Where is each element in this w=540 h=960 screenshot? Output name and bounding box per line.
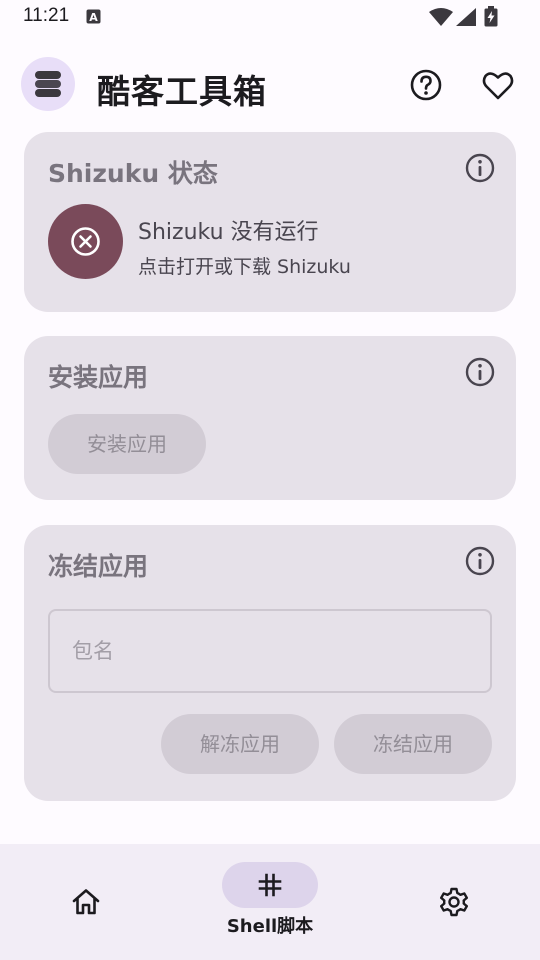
shizuku-status-title: Shizuku 没有运行 bbox=[138, 220, 319, 245]
bottom-navigation: Shell脚本 bbox=[0, 844, 540, 960]
heart-icon bbox=[482, 72, 514, 100]
freeze-card-title: 冻结应用 bbox=[48, 552, 149, 581]
app-bar: 酷客工具箱 bbox=[0, 48, 540, 124]
shizuku-status-card[interactable]: Shizuku 状态 Shizuku 没有运行 点击打开或下载 Shizuku bbox=[24, 132, 516, 312]
shizuku-card-title: Shizuku 状态 bbox=[48, 159, 218, 188]
accessibility-a-icon: A bbox=[86, 9, 101, 24]
gear-icon bbox=[440, 887, 468, 917]
install-card-title: 安装应用 bbox=[48, 363, 149, 392]
hash-icon bbox=[258, 873, 282, 897]
nav-item-settings[interactable] bbox=[424, 872, 484, 932]
app-title: 酷客工具箱 bbox=[97, 72, 267, 111]
battery-charging-icon bbox=[484, 6, 498, 27]
nav-item-shell[interactable]: Shell脚本 bbox=[210, 862, 330, 942]
package-name-input[interactable] bbox=[48, 609, 492, 693]
signal-icon bbox=[456, 8, 476, 26]
info-icon[interactable] bbox=[464, 152, 496, 184]
status-time: 11:21 bbox=[23, 5, 70, 26]
status-bar: 11:21 A bbox=[0, 0, 540, 34]
nav-shell-indicator bbox=[222, 862, 318, 908]
install-app-button[interactable]: 安装应用 bbox=[48, 414, 206, 474]
layers-logo-icon bbox=[35, 71, 61, 97]
cancel-circle-icon bbox=[71, 227, 100, 256]
app-logo bbox=[21, 57, 75, 111]
shizuku-status-indicator bbox=[48, 204, 123, 279]
info-icon[interactable] bbox=[464, 356, 496, 388]
shizuku-status-subtitle: 点击打开或下载 Shizuku bbox=[138, 256, 351, 278]
unfreeze-app-button[interactable]: 解冻应用 bbox=[161, 714, 319, 774]
help-button[interactable] bbox=[406, 65, 446, 105]
nav-shell-label: Shell脚本 bbox=[226, 916, 314, 937]
svg-text:A: A bbox=[89, 11, 98, 24]
favorite-button[interactable] bbox=[478, 65, 518, 105]
wifi-icon bbox=[429, 8, 453, 26]
freeze-app-button[interactable]: 冻结应用 bbox=[334, 714, 492, 774]
home-icon bbox=[72, 889, 100, 915]
freeze-app-card: 冻结应用 解冻应用 冻结应用 bbox=[24, 525, 516, 801]
info-icon[interactable] bbox=[464, 545, 496, 577]
help-circle-icon bbox=[410, 69, 442, 101]
nav-item-home[interactable] bbox=[56, 872, 116, 932]
install-app-card: 安装应用 安装应用 bbox=[24, 336, 516, 500]
